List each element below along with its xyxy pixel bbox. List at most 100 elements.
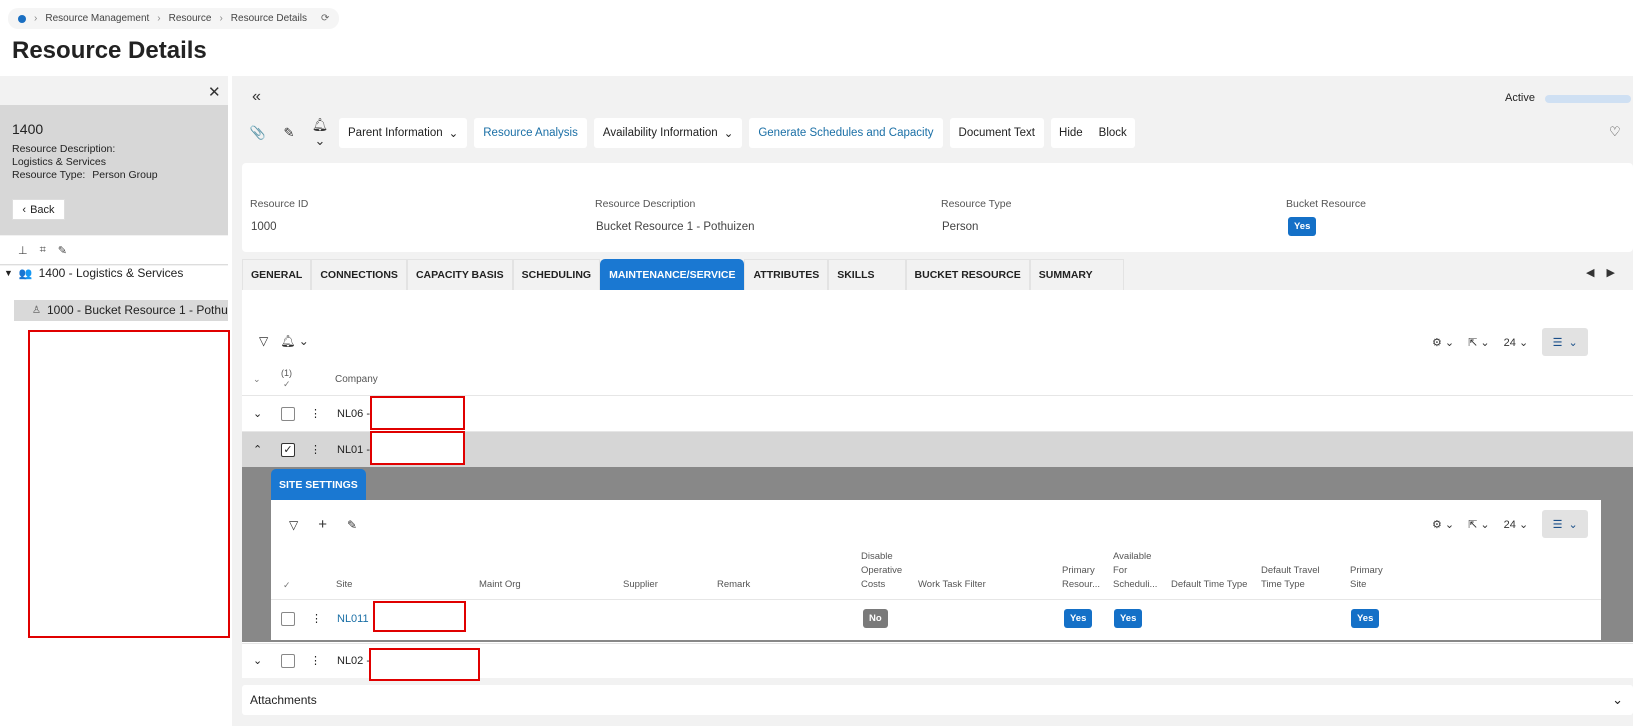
column-header-company[interactable]: Company <box>335 374 378 385</box>
selected-count: (1) <box>281 368 292 378</box>
column-header-remark[interactable]: Remark <box>717 578 750 592</box>
generate-schedules-label: Generate Schedules and Capacity <box>758 127 934 139</box>
page-size-selector[interactable]: 24 ⌄ <box>1504 518 1529 531</box>
column-header-work-task-filter[interactable]: Work Task Filter <box>918 578 986 592</box>
site-row[interactable]: ⋮ NL011 No Yes Yes Yes <box>271 599 1601 639</box>
hide-button[interactable]: Hide <box>1051 127 1091 139</box>
resource-analysis-button[interactable]: Resource Analysis <box>474 118 587 148</box>
filter-icon[interactable]: ▽ <box>289 518 298 532</box>
breadcrumb: › Resource Management › Resource › Resou… <box>8 8 340 29</box>
tab-scheduling[interactable]: SCHEDULING <box>512 259 601 290</box>
availability-information-dropdown[interactable]: Availability Information ⌄ <box>593 118 743 148</box>
back-button[interactable]: ‹ Back <box>12 199 65 220</box>
column-header-disable-operative-costs[interactable]: Disable Operative Costs <box>861 550 913 592</box>
site-settings-controls: ⚙ ⌄ ⇱ ⌄ 24 ⌄ ☰ ⌄ <box>1432 510 1589 538</box>
column-header-default-time-type[interactable]: Default Time Type <box>1171 578 1247 592</box>
home-icon[interactable] <box>18 14 26 23</box>
tree-node-root[interactable]: ▼ 👥 1400 - Logistics & Services <box>4 266 183 280</box>
breadcrumb-item-resource-details: Resource Details <box>230 13 307 24</box>
resource-type-label: Resource Type <box>941 198 1012 210</box>
site-link[interactable]: NL011 <box>337 613 369 625</box>
row-menu-icon[interactable]: ⋮ <box>310 443 321 456</box>
collapse-chevron-icon[interactable]: ⌃ <box>253 443 262 456</box>
chevron-down-icon: ⌄ <box>1568 336 1578 349</box>
page-size-selector[interactable]: 24 ⌄ <box>1504 336 1529 349</box>
attachment-icon[interactable]: 📎 <box>246 125 270 141</box>
notification-bell-icon[interactable]: 🔔︎ ⌄ <box>308 117 332 149</box>
row-menu-icon[interactable]: ⋮ <box>310 654 321 667</box>
hierarchy-icon[interactable]: ⌗ <box>40 244 46 257</box>
tab-bucket-resource[interactable]: BUCKET RESOURCE <box>905 259 1030 290</box>
row-menu-icon[interactable]: ⋮ <box>310 407 321 420</box>
row-checkbox[interactable] <box>281 653 295 668</box>
generate-schedules-button[interactable]: Generate Schedules and Capacity <box>749 118 943 148</box>
edit-icon[interactable]: ✎ <box>277 125 301 141</box>
primary-resource-badge: Yes <box>1064 609 1093 628</box>
select-all-check[interactable]: ✓ <box>283 580 291 591</box>
table-view-button[interactable]: ☰ ⌄ <box>1542 328 1589 356</box>
row-menu-icon[interactable]: ⋮ <box>311 612 322 625</box>
select-all-check[interactable]: ✓ <box>283 379 291 390</box>
tab-skills[interactable]: SKILLS <box>828 259 906 290</box>
tab-scroll-right-icon[interactable]: ▶ <box>1606 266 1614 279</box>
tree-node-child[interactable]: ♙ 1000 - Bucket Resource 1 - Pothuizen <box>14 300 228 321</box>
table-view-icon: ☰ <box>1552 518 1563 531</box>
edit-icon[interactable]: ✎ <box>58 244 67 257</box>
settings-gear-icon[interactable]: ⚙ ⌄ <box>1432 518 1454 531</box>
close-icon[interactable]: ✕ <box>208 83 221 101</box>
document-text-button[interactable]: Document Text <box>949 118 1045 148</box>
row-checkbox[interactable] <box>281 406 295 421</box>
breadcrumb-item-resource-management[interactable]: Resource Management <box>45 13 149 24</box>
column-header-supplier[interactable]: Supplier <box>623 578 658 592</box>
column-header-primary-site[interactable]: Primary Site <box>1350 564 1390 592</box>
tree-node-root-label: 1400 - Logistics & Services <box>38 266 184 280</box>
expand-chevron-icon[interactable]: ⌄ <box>253 654 262 667</box>
page-size-value: 24 <box>1503 336 1516 349</box>
tab-scroll-left-icon[interactable]: ◀ <box>1586 266 1594 279</box>
column-header-default-travel-time-type[interactable]: Default Travel Time Type <box>1261 564 1333 592</box>
notification-bell-icon[interactable]: 🔔︎ ⌄ <box>280 334 309 348</box>
command-toolbar: 📎 ✎ 🔔︎ ⌄ Parent Information ⌄ Resource A… <box>246 117 1135 149</box>
column-header-available-for-scheduling[interactable]: Available For Scheduli... <box>1113 550 1165 592</box>
tab-connections[interactable]: CONNECTIONS <box>311 259 407 290</box>
settings-gear-icon[interactable]: ⚙ ⌄ <box>1432 336 1454 349</box>
resource-description-label: Resource Description <box>595 198 696 210</box>
column-header-primary-resource[interactable]: Primary Resour... <box>1062 564 1104 592</box>
tab-attributes[interactable]: ATTRIBUTES <box>744 259 829 290</box>
export-icon[interactable]: ⇱ ⌄ <box>1468 336 1490 349</box>
tab-bar: GENERAL CONNECTIONS CAPACITY BASIS SCHED… <box>242 259 1124 290</box>
chevron-down-icon[interactable]: ⌄ <box>1612 692 1623 708</box>
tab-capacity-basis[interactable]: CAPACITY BASIS <box>406 259 513 290</box>
edit-icon[interactable]: ✎ <box>347 518 357 532</box>
type-value: Person Group <box>92 169 158 181</box>
caret-down-icon[interactable]: ▼ <box>4 268 13 278</box>
expand-all-icon[interactable]: ⌄ <box>253 374 261 385</box>
table-view-button[interactable]: ☰ ⌄ <box>1542 510 1589 538</box>
collapse-panel-icon[interactable]: « <box>252 88 261 106</box>
pin-icon[interactable]: ⊥ <box>18 244 28 257</box>
attachments-section[interactable]: Attachments ⌄ <box>242 685 1633 715</box>
filter-icon[interactable]: ▽ <box>259 334 268 348</box>
parent-information-dropdown[interactable]: Parent Information ⌄ <box>339 118 468 148</box>
breadcrumb-item-resource[interactable]: Resource <box>169 13 212 24</box>
attachments-label: Attachments <box>250 693 317 707</box>
status-label: Active <box>1505 92 1535 104</box>
expand-chevron-icon[interactable]: ⌄ <box>253 407 262 420</box>
favorite-heart-icon[interactable]: ♡ <box>1609 124 1621 140</box>
export-icon[interactable]: ⇱ ⌄ <box>1468 518 1490 531</box>
redaction-box <box>369 648 480 681</box>
row-checkbox[interactable] <box>281 612 295 626</box>
refresh-icon[interactable]: ⟳ <box>321 13 329 24</box>
tree-toolbar: ⊥ ⌗ ✎ <box>0 236 228 265</box>
row-checkbox-checked[interactable]: ✓ <box>281 442 295 457</box>
block-button[interactable]: Block <box>1091 127 1135 139</box>
add-icon[interactable]: + <box>318 516 327 533</box>
tab-site-settings[interactable]: SITE SETTINGS <box>271 469 366 500</box>
tab-summary[interactable]: SUMMARY <box>1029 259 1124 290</box>
grid-toolbar: ▽ 🔔︎ ⌄ <box>259 334 309 348</box>
tab-general[interactable]: GENERAL <box>242 259 312 290</box>
table-view-icon: ☰ <box>1552 336 1563 349</box>
column-header-site[interactable]: Site <box>336 578 352 592</box>
column-header-maint-org[interactable]: Maint Org <box>479 578 521 592</box>
tab-maintenance-service[interactable]: MAINTENANCE/SERVICE <box>600 259 745 290</box>
